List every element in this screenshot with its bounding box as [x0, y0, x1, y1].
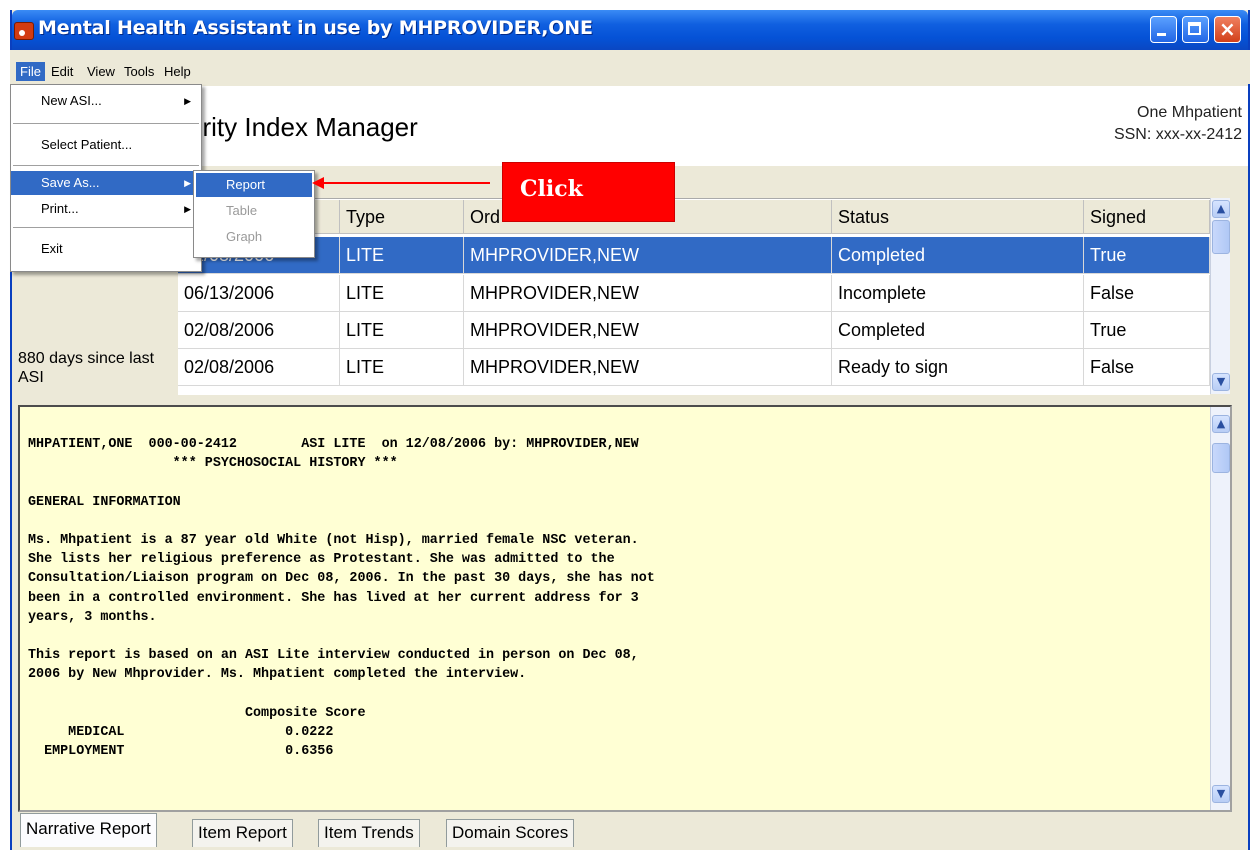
- submenu-arrow-icon: ▶: [184, 178, 191, 188]
- grid-row[interactable]: 02/08/2006 LITE MHPROVIDER,NEW Ready to …: [178, 349, 1210, 386]
- menu-separator: [13, 227, 199, 228]
- row-signed: True: [1084, 237, 1210, 274]
- row-status: Incomplete: [832, 275, 1084, 312]
- menu-item-exit[interactable]: Exit: [11, 235, 201, 263]
- menu-tools[interactable]: Tools: [124, 64, 154, 79]
- submenu-arrow-icon: ▶: [184, 204, 191, 214]
- annotation-arrow: [322, 182, 490, 184]
- row-provider: MHPROVIDER,NEW: [464, 275, 832, 312]
- menu-edit[interactable]: Edit: [51, 64, 73, 79]
- row-date: 02/08/2006: [178, 312, 340, 349]
- print-label: Print...: [41, 201, 79, 216]
- grid-header-status[interactable]: Status: [832, 200, 1084, 234]
- tab-item-report[interactable]: Item Report: [192, 819, 293, 847]
- menu-item-report[interactable]: Report: [196, 173, 312, 197]
- menu-separator: [13, 165, 199, 166]
- row-type: LITE: [340, 237, 464, 274]
- maximize-button[interactable]: [1182, 16, 1209, 43]
- tab-item-trends[interactable]: Item Trends: [318, 819, 420, 847]
- submenu-arrow-icon: ▶: [184, 96, 191, 106]
- annotation-callout-text: Click: [520, 176, 583, 202]
- row-type: LITE: [340, 275, 464, 312]
- row-status: Completed: [832, 312, 1084, 349]
- save-as-submenu: Report Table Graph: [193, 170, 315, 258]
- page-title: erity Index Manager: [188, 112, 418, 142]
- row-type: LITE: [340, 349, 464, 386]
- row-signed: True: [1084, 312, 1210, 349]
- row-signed: False: [1084, 349, 1210, 386]
- row-provider: MHPROVIDER,NEW: [464, 312, 832, 349]
- minimize-button[interactable]: [1150, 16, 1177, 43]
- report-scrollbar[interactable]: ▲ ▼: [1210, 407, 1230, 810]
- menu-item-new-asi[interactable]: New ASI... ▶: [11, 87, 201, 115]
- row-provider: MHPROVIDER,NEW: [464, 349, 832, 386]
- scroll-thumb[interactable]: [1212, 220, 1230, 254]
- scroll-thumb[interactable]: [1212, 443, 1230, 473]
- menu-file[interactable]: File: [16, 62, 45, 81]
- scroll-down-icon[interactable]: ▼: [1212, 373, 1230, 391]
- window-title: Mental Health Assistant in use by MHPROV…: [38, 17, 593, 39]
- row-type: LITE: [340, 312, 464, 349]
- scroll-up-icon[interactable]: ▲: [1212, 415, 1230, 433]
- row-date: 06/13/2006: [178, 275, 340, 312]
- scroll-down-icon[interactable]: ▼: [1212, 785, 1230, 803]
- app-icon[interactable]: [14, 22, 34, 40]
- narrative-report-panel[interactable]: MHPATIENT,ONE 000-00-2412 ASI LITE on 12…: [18, 405, 1232, 812]
- menu-help[interactable]: Help: [164, 64, 191, 79]
- grid-row[interactable]: 12/08/2006 LITE MHPROVIDER,NEW Completed…: [178, 237, 1210, 274]
- grid-header-signed[interactable]: Signed: [1084, 200, 1210, 234]
- grid-header-type[interactable]: Type: [340, 200, 464, 234]
- maximize-icon: [1188, 22, 1201, 35]
- close-icon: ×: [1219, 17, 1236, 41]
- tab-narrative-report[interactable]: Narrative Report: [20, 813, 157, 847]
- menu-separator: [13, 123, 199, 124]
- menu-bar: [10, 50, 1250, 84]
- grid-scrollbar[interactable]: ▲ ▼: [1210, 198, 1230, 394]
- scroll-up-icon[interactable]: ▲: [1212, 200, 1230, 218]
- menu-item-print[interactable]: Print... ▶: [11, 197, 201, 221]
- annotation-arrow-head: [312, 177, 324, 189]
- menu-view[interactable]: View: [87, 64, 115, 79]
- row-date: 02/08/2006: [178, 349, 340, 386]
- tab-domain-scores[interactable]: Domain Scores: [446, 819, 575, 847]
- minimize-icon: [1157, 33, 1166, 36]
- file-menu: New ASI... ▶ Select Patient... Save As...…: [10, 84, 202, 272]
- menu-item-select-patient[interactable]: Select Patient...: [11, 131, 201, 159]
- save-as-label: Save As...: [41, 175, 100, 190]
- row-status: Ready to sign: [832, 349, 1084, 386]
- close-button[interactable]: ×: [1214, 16, 1241, 43]
- row-status: Completed: [832, 237, 1084, 274]
- patient-ssn: SSN: xxx-xx-2412: [1113, 126, 1242, 143]
- menu-item-save-as[interactable]: Save As... ▶: [11, 171, 201, 195]
- row-signed: False: [1084, 275, 1210, 312]
- grid-row[interactable]: 06/13/2006 LITE MHPROVIDER,NEW Incomplet…: [178, 275, 1210, 312]
- row-provider: MHPROVIDER,NEW: [464, 237, 832, 274]
- menu-item-graph[interactable]: Graph: [196, 225, 312, 249]
- report-text: MHPATIENT,ONE 000-00-2412 ASI LITE on 12…: [28, 437, 655, 760]
- grid-row[interactable]: 02/08/2006 LITE MHPROVIDER,NEW Completed…: [178, 312, 1210, 349]
- menu-item-table[interactable]: Table: [196, 199, 312, 223]
- new-asi-label: New ASI...: [41, 93, 102, 108]
- patient-name: One Mhpatient: [1137, 104, 1242, 121]
- days-since-asi: 880 days since last ASI: [18, 350, 155, 386]
